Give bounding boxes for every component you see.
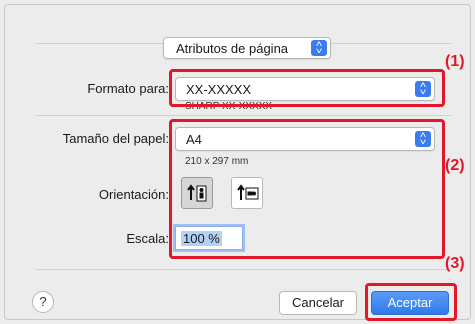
callout-3: (3) bbox=[445, 255, 465, 272]
attributes-popup-label: Atributos de página bbox=[176, 41, 289, 56]
help-button[interactable]: ? bbox=[32, 291, 54, 313]
middle-divider bbox=[35, 115, 451, 116]
attributes-popup[interactable]: Atributos de página ˄ ˅ bbox=[163, 37, 331, 59]
format-for-label: Formato para: bbox=[87, 81, 169, 96]
updown-stepper-icon: ˄ ˅ bbox=[311, 40, 327, 56]
highlight-box-1 bbox=[169, 69, 445, 107]
scale-label: Escala: bbox=[126, 231, 169, 246]
callout-1: (1) bbox=[445, 53, 465, 70]
highlight-box-2 bbox=[169, 119, 445, 259]
page-setup-dialog: Atributos de página ˄ ˅ Formato para: XX-… bbox=[4, 4, 471, 321]
cancel-button[interactable]: Cancelar bbox=[279, 291, 357, 315]
bottom-divider bbox=[35, 269, 451, 270]
orientation-label: Orientación: bbox=[98, 187, 169, 202]
callout-2: (2) bbox=[445, 157, 465, 174]
highlight-box-3 bbox=[365, 283, 457, 321]
paper-size-label: Tamaño del papel: bbox=[62, 131, 169, 146]
